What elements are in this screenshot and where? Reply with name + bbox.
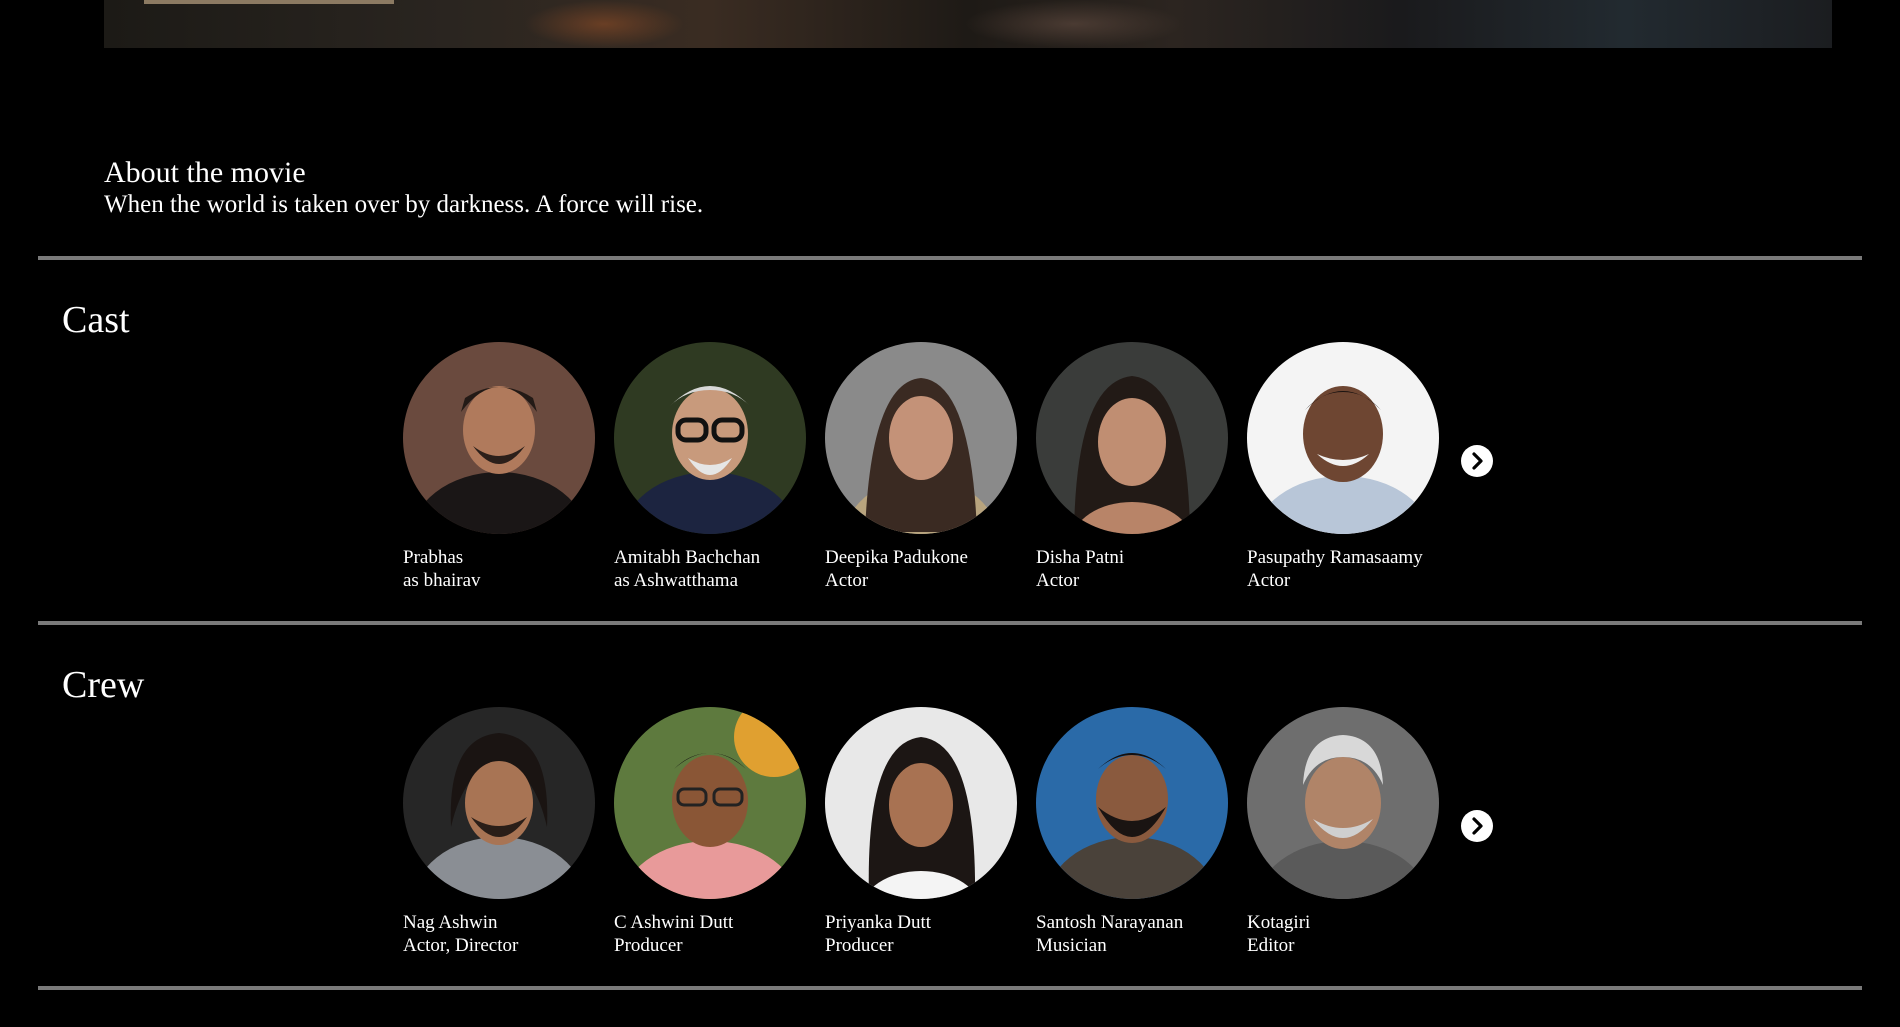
- banner-glow: [524, 0, 684, 48]
- about-title: About the movie: [104, 156, 306, 189]
- avatar[interactable]: [614, 342, 806, 534]
- avatar[interactable]: [403, 342, 595, 534]
- person-name: Deepika Padukone: [825, 547, 968, 568]
- cast-next-button[interactable]: [1461, 445, 1493, 477]
- crew-list: Nag Ashwin Actor, Director C Ashwini Dut…: [403, 707, 1439, 957]
- person-name: C Ashwini Dutt: [614, 912, 734, 933]
- cast-title: Cast: [62, 299, 130, 341]
- avatar[interactable]: [1036, 707, 1228, 899]
- person-name: Pasupathy Ramasaamy: [1247, 547, 1423, 568]
- cast-list: Prabhas as bhairav Amitabh Bachchan as A…: [403, 342, 1439, 592]
- cast-card[interactable]: Prabhas as bhairav: [403, 342, 595, 592]
- cast-card[interactable]: Disha Patni Actor: [1036, 342, 1228, 592]
- cast-card[interactable]: Amitabh Bachchan as Ashwatthama: [614, 342, 806, 592]
- crew-card[interactable]: Priyanka Dutt Producer: [825, 707, 1017, 957]
- crew-card[interactable]: Kotagiri Editor: [1247, 707, 1439, 957]
- about-tagline: When the world is taken over by darkness…: [104, 191, 704, 218]
- avatar[interactable]: [825, 342, 1017, 534]
- person-name: Priyanka Dutt: [825, 912, 932, 933]
- person-role: Actor: [825, 570, 869, 591]
- avatar[interactable]: [1036, 342, 1228, 534]
- avatar[interactable]: [614, 707, 806, 899]
- person-name: Amitabh Bachchan: [614, 547, 761, 568]
- person-role: Actor: [1247, 570, 1291, 591]
- avatar[interactable]: [403, 707, 595, 899]
- divider: [38, 621, 1862, 625]
- person-name: Prabhas: [403, 547, 464, 568]
- person-role: Producer: [825, 935, 894, 956]
- avatar[interactable]: [1247, 707, 1439, 899]
- person-name: Nag Ashwin: [403, 912, 498, 933]
- divider: [38, 986, 1862, 990]
- person-role: Producer: [614, 935, 683, 956]
- crew-title: Crew: [62, 664, 145, 706]
- chevron-right-icon: [1472, 817, 1483, 835]
- person-role: Editor: [1247, 935, 1295, 956]
- crew-card[interactable]: Nag Ashwin Actor, Director: [403, 707, 595, 957]
- avatar[interactable]: [1247, 342, 1439, 534]
- movie-banner-image: [104, 0, 1832, 48]
- person-name: Disha Patni: [1036, 547, 1125, 568]
- banner-figure: [964, 0, 1184, 48]
- person-role: as Ashwatthama: [614, 570, 739, 591]
- crew-next-button[interactable]: [1461, 810, 1493, 842]
- person-role: as bhairav: [403, 570, 481, 591]
- person-name: Kotagiri: [1247, 912, 1311, 933]
- cast-card[interactable]: Pasupathy Ramasaamy Actor: [1247, 342, 1439, 592]
- chevron-right-icon: [1472, 452, 1483, 470]
- person-role: Actor: [1036, 570, 1080, 591]
- divider: [38, 256, 1862, 260]
- cast-card[interactable]: Deepika Padukone Actor: [825, 342, 1017, 592]
- avatar[interactable]: [825, 707, 1017, 899]
- about-section: About the movie When the world is taken …: [104, 156, 703, 220]
- person-role: Musician: [1036, 935, 1107, 956]
- person-role: Actor, Director: [403, 935, 519, 956]
- banner-thumbnail-strip: [144, 0, 394, 4]
- crew-card[interactable]: C Ashwini Dutt Producer: [614, 707, 806, 957]
- crew-card[interactable]: Santosh Narayanan Musician: [1036, 707, 1228, 957]
- person-name: Santosh Narayanan: [1036, 912, 1184, 933]
